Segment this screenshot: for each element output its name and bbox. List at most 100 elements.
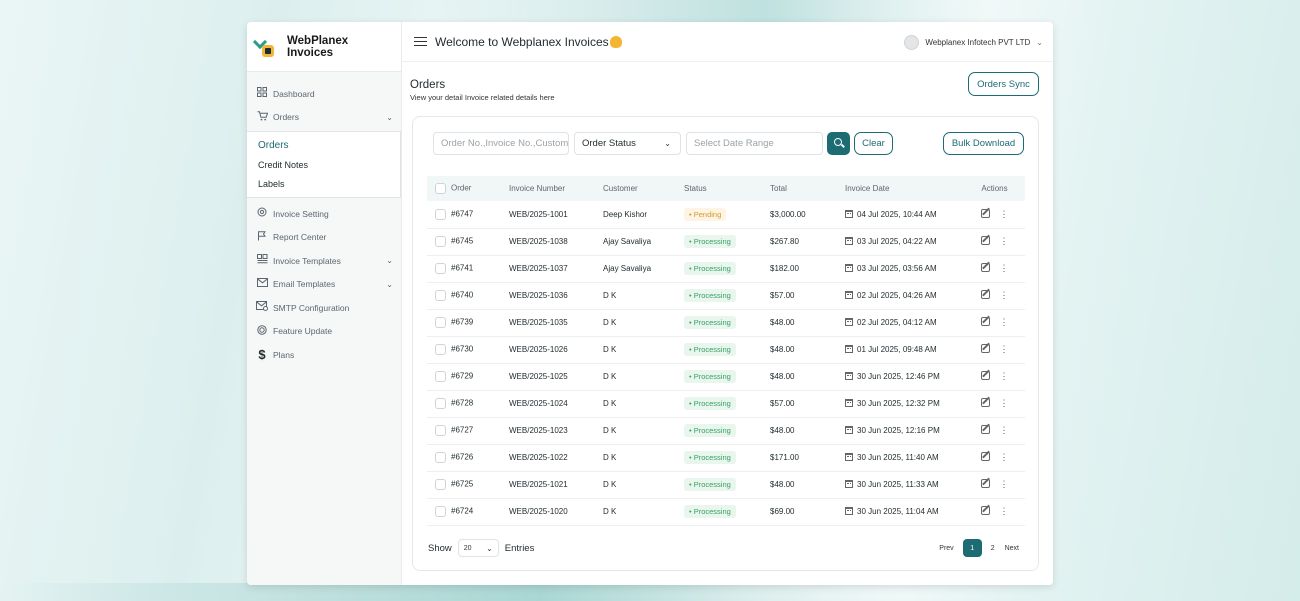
row-checkbox[interactable] [435, 317, 446, 328]
cart-icon [256, 111, 268, 124]
sidebar-item-email-templates[interactable]: Email Templates ⌄ [247, 273, 401, 297]
row-checkbox[interactable] [435, 398, 446, 409]
date-range-input[interactable]: Select Date Range [686, 132, 823, 155]
clear-button[interactable]: Clear [854, 132, 893, 155]
submenu-item-orders[interactable]: Orders [247, 136, 400, 155]
row-checkbox[interactable] [435, 236, 446, 247]
cell-invoice-date: 30 Jun 2025, 12:32 PM [845, 390, 964, 418]
cell-invoice-number: WEB/2025-1022 [509, 444, 603, 472]
sidebar-item-plans[interactable]: $ Plans [247, 343, 401, 367]
brand[interactable]: WebPlanex Invoices [247, 22, 401, 72]
page-button-1[interactable]: 1 [962, 539, 982, 557]
row-checkbox[interactable] [435, 290, 446, 301]
sidebar-item-orders[interactable]: Orders ⌄ [247, 106, 401, 130]
cell-invoice-date: 30 Jun 2025, 12:16 PM [845, 417, 964, 445]
edit-icon[interactable] [980, 452, 990, 461]
calendar-icon [845, 507, 853, 515]
order-number: #6741 [451, 263, 474, 273]
search-input[interactable]: Order No.,Invoice No.,Customer [433, 132, 569, 155]
more-options-icon[interactable]: ⋮ [1000, 344, 1009, 355]
header-status: Status [684, 184, 707, 193]
status-text: Pending [693, 209, 722, 219]
table-row: #6724 WEB/2025-1020 D K • Processing $69.00 3… [427, 498, 1025, 526]
topbar: Welcome to Webplanex Invoices Webplanex … [402, 22, 1053, 62]
more-options-icon[interactable]: ⋮ [1000, 290, 1009, 301]
edit-icon[interactable] [980, 208, 990, 218]
status-badge: • Pending [684, 207, 727, 221]
sidebar-item-dashboard[interactable]: Dashboard [247, 82, 401, 106]
more-options-icon[interactable]: ⋮ [1000, 452, 1009, 463]
cell-order: #6728 [427, 390, 509, 418]
sidebar-item-report-center[interactable]: Report Center [247, 226, 401, 250]
sidebar-item-smtp-configuration[interactable]: SMTP Configuration [247, 296, 401, 320]
row-checkbox[interactable] [435, 371, 446, 382]
more-options-icon[interactable]: ⋮ [1000, 317, 1009, 328]
edit-icon[interactable] [980, 317, 990, 326]
cell-actions: ⋮ [964, 228, 1025, 256]
edit-icon[interactable] [980, 479, 990, 488]
status-badge: • Processing [684, 424, 736, 437]
more-options-icon[interactable]: ⋮ [1000, 506, 1009, 517]
user-menu[interactable]: Webplanex Infotech PVT LTD ⌄ [904, 35, 1043, 50]
edit-icon[interactable] [980, 371, 990, 380]
row-checkbox[interactable] [435, 208, 446, 220]
edit-icon[interactable] [980, 263, 990, 272]
more-options-icon[interactable]: ⋮ [1000, 209, 1009, 220]
more-options-icon[interactable]: ⋮ [1000, 398, 1009, 409]
select-all-checkbox[interactable] [435, 183, 446, 194]
sidebar-item-invoice-templates[interactable]: Invoice Templates ⌄ [247, 249, 401, 273]
cell-invoice-number: WEB/2025-1038 [509, 228, 603, 256]
cell-status: • Processing [684, 417, 770, 445]
cell-total: $267.80 [770, 228, 845, 256]
hamburger-menu-icon[interactable] [414, 36, 427, 47]
cell-status: • Processing [684, 471, 770, 499]
next-page-button[interactable]: Next [1005, 545, 1019, 552]
orders-sync-button[interactable]: Orders Sync [968, 72, 1039, 96]
sidebar-nav: Dashboard Orders ⌄ Orders Credit Notes L… [247, 72, 401, 367]
edit-icon[interactable] [980, 425, 990, 434]
row-checkbox[interactable] [435, 263, 446, 274]
order-number: #6729 [451, 371, 474, 381]
cell-customer: Ajay Savaliya [603, 228, 684, 256]
more-options-icon[interactable]: ⋮ [1000, 236, 1009, 247]
edit-icon[interactable] [980, 344, 990, 353]
status-text: Processing [693, 399, 731, 408]
row-checkbox[interactable] [435, 506, 446, 517]
row-checkbox[interactable] [435, 479, 446, 490]
bulk-download-button[interactable]: Bulk Download [943, 132, 1024, 155]
submenu-item-credit-notes[interactable]: Credit Notes [247, 155, 400, 174]
brand-line-1: WebPlanex [287, 34, 349, 47]
more-options-icon[interactable]: ⋮ [1000, 425, 1009, 436]
prev-page-button[interactable]: Prev [939, 545, 953, 552]
edit-icon[interactable] [980, 506, 990, 515]
row-checkbox[interactable] [435, 344, 446, 355]
cell-status: • Processing [684, 363, 770, 391]
cell-total: $48.00 [770, 471, 845, 499]
order-status-select[interactable]: Order Status ⌄ [574, 132, 681, 155]
sidebar-item-feature-update[interactable]: Feature Update [247, 320, 401, 344]
more-options-icon[interactable]: ⋮ [1000, 263, 1009, 274]
cell-order: #6740 [427, 282, 509, 310]
chevron-down-icon: ⌄ [386, 112, 393, 122]
sidebar-item-invoice-setting[interactable]: Invoice Setting [247, 202, 401, 226]
edit-icon[interactable] [980, 290, 990, 299]
cell-customer: D K [603, 498, 684, 526]
row-checkbox[interactable] [435, 425, 446, 436]
row-checkbox[interactable] [435, 452, 446, 463]
order-number: #6747 [451, 209, 474, 219]
table-header-row: Order Invoice Number Customer Status Tot… [427, 176, 1025, 201]
submenu-item-labels[interactable]: Labels [247, 174, 400, 193]
orders-submenu: Orders Credit Notes Labels [247, 131, 401, 198]
edit-icon[interactable] [980, 236, 990, 245]
more-options-icon[interactable]: ⋮ [1000, 371, 1009, 382]
invoice-date: 30 Jun 2025, 11:33 AM [857, 480, 939, 489]
entries-per-page-select[interactable]: 20 ⌄ [457, 539, 499, 557]
cell-customer: Ajay Savaliya [603, 255, 684, 283]
calendar-icon [845, 453, 853, 461]
edit-icon[interactable] [980, 398, 990, 407]
search-button[interactable] [827, 132, 850, 155]
page-button-2[interactable]: 2 [991, 545, 995, 552]
cell-status: • Processing [684, 336, 770, 364]
more-options-icon[interactable]: ⋮ [1000, 479, 1009, 490]
invoice-date: 30 Jun 2025, 12:16 PM [857, 426, 940, 435]
